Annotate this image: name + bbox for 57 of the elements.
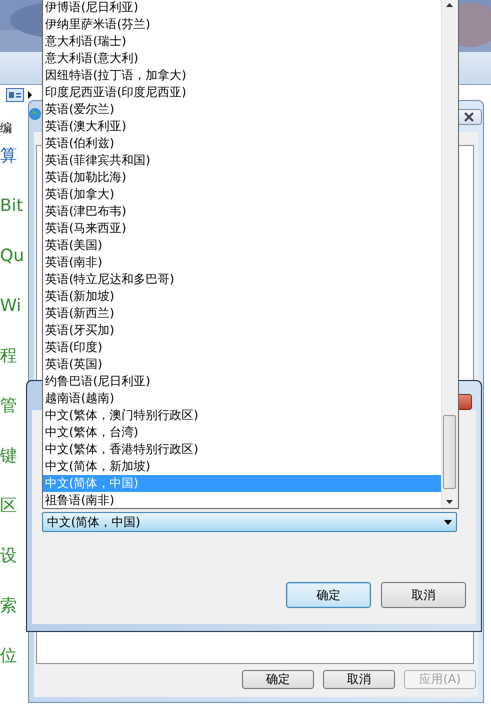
scroll-up-icon[interactable]	[446, 3, 453, 7]
side-text: Wi	[0, 296, 22, 318]
language-option[interactable]: 英语(菲律宾共和国)	[43, 152, 441, 169]
scrollbar[interactable]	[441, 0, 458, 508]
language-option[interactable]: 英语(南非)	[43, 254, 441, 271]
side-text: 键	[0, 446, 18, 468]
language-option[interactable]: 英语(伯利兹)	[43, 135, 441, 152]
id-card-icon[interactable]	[6, 88, 24, 102]
language-option[interactable]: 英语(加拿大)	[43, 186, 441, 203]
language-option[interactable]: 意大利语(意大利)	[43, 50, 441, 67]
scroll-thumb[interactable]	[443, 415, 456, 489]
language-option[interactable]: 印度尼西亚语(印度尼西亚)	[43, 84, 441, 101]
side-text: 索	[0, 596, 18, 618]
language-option[interactable]: 中文(繁体，香港特别行政区)	[43, 441, 441, 458]
dropdown-arrow-icon	[444, 520, 452, 524]
side-text: Bit	[0, 196, 24, 218]
language-option[interactable]: 英语(印度)	[43, 339, 441, 356]
globe-icon	[28, 107, 42, 121]
arrow-right-icon[interactable]	[27, 91, 33, 99]
language-option[interactable]: 伊纳里萨米语(芬兰)	[43, 16, 441, 33]
language-option[interactable]: 中文(繁体，台湾)	[43, 424, 441, 441]
language-option[interactable]: 英语(津巴布韦)	[43, 203, 441, 220]
language-option[interactable]: 英语(美国)	[43, 237, 441, 254]
language-option[interactable]: 英语(加勒比海)	[43, 169, 441, 186]
language-option[interactable]: 英语(英国)	[43, 356, 441, 373]
side-text: Qu	[0, 246, 26, 268]
language-option[interactable]: 因纽特语(拉丁语，加拿大)	[43, 67, 441, 84]
language-option[interactable]: 英语(新加坡)	[43, 288, 441, 305]
language-option[interactable]: 越南语(越南)	[43, 390, 441, 407]
language-option[interactable]: 中文(繁体，澳门特别行政区)	[43, 407, 441, 424]
language-option[interactable]: 祖鲁语(南非)	[43, 492, 441, 509]
dialog-button[interactable]: 确定	[242, 670, 314, 689]
close-icon	[463, 112, 475, 122]
side-text: 设	[0, 546, 18, 568]
dialog-button[interactable]: 取消	[381, 582, 466, 608]
language-option[interactable]: 约鲁巴语(尼日利亚)	[43, 373, 441, 390]
dialog-button[interactable]: 确定	[286, 582, 371, 608]
dialog-button[interactable]: 取消	[323, 670, 395, 689]
language-option[interactable]: 中文(简体，新加坡)	[43, 458, 441, 475]
language-option[interactable]: 英语(澳大利亚)	[43, 118, 441, 135]
scroll-down-icon[interactable]	[446, 500, 453, 504]
language-combobox[interactable]: 中文(简体，中国)	[42, 512, 457, 532]
language-option[interactable]: 英语(牙买加)	[43, 322, 441, 339]
language-option[interactable]: 英语(马来西亚)	[43, 220, 441, 237]
language-option[interactable]: 英语(新西兰)	[43, 305, 441, 322]
side-text: 管	[0, 396, 18, 418]
close-button[interactable]	[459, 394, 472, 410]
language-option[interactable]: 英语(爱尔兰)	[43, 101, 441, 118]
combobox-value: 中文(简体，中国)	[47, 514, 140, 530]
side-text: 位	[0, 646, 18, 668]
side-text: 编	[0, 120, 13, 137]
side-text: 区	[0, 496, 18, 518]
side-text: 程	[0, 346, 18, 368]
language-option[interactable]: 英语(特立尼达和多巴哥)	[43, 271, 441, 288]
language-option[interactable]: 意大利语(瑞士)	[43, 33, 441, 50]
language-option[interactable]: 伊博语(尼日利亚)	[43, 0, 441, 16]
side-text: 算	[0, 146, 18, 168]
